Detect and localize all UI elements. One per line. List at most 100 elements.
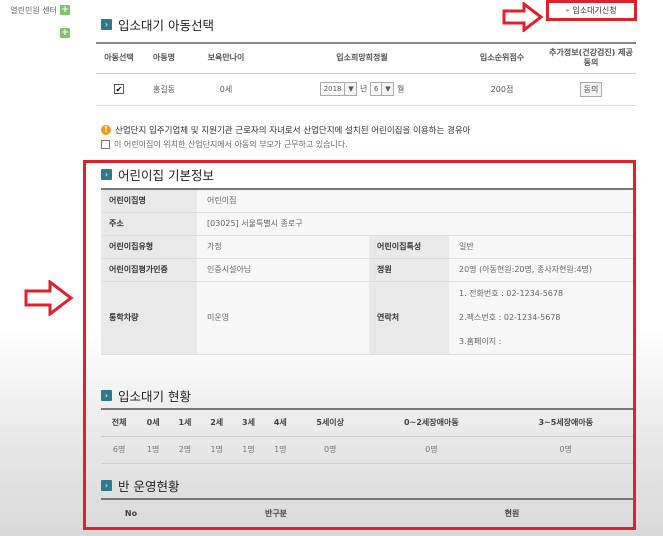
child-age: 0세 (186, 73, 266, 106)
year-value[interactable]: 2018 (324, 85, 342, 93)
value-feature: 일반 (449, 235, 633, 259)
desired-entry-date: 2018 ▼ 년 6 ▼ 월 (266, 73, 458, 106)
column-header: 입소희망희정월 (266, 42, 458, 74)
table-cell: 1명 (137, 435, 170, 464)
month-select[interactable]: 6 ▼ (369, 82, 395, 96)
column-header: 현원 (391, 498, 633, 527)
column-header: 0~2세장애아동 (364, 408, 499, 436)
value-contact: 1. 전화번호 : 02-1234-5678 2.팩스번호 : 02-1234-… (449, 281, 633, 355)
label-capacity: 정원 (369, 258, 449, 282)
table-cell: 1명 (200, 435, 233, 464)
priority-score: 200점 (458, 73, 546, 106)
label-name: 어린이집명 (101, 189, 197, 213)
contact-fax: 2.팩스번호 : 02-1234-5678 (459, 312, 561, 322)
value-capacity: 20명 (아동현원:20명, 종사자현원:4명) (449, 258, 633, 282)
apply-waitlist-label[interactable]: 입소대기신청 (572, 5, 616, 16)
label-contact: 연락처 (369, 281, 449, 355)
chevron-right-icon: › (101, 19, 112, 30)
chevron-down-icon[interactable]: ▼ (381, 83, 394, 95)
section-title-label: 입소대기 아동선택 (118, 18, 214, 33)
chevron-down-icon[interactable]: ▼ (344, 83, 357, 95)
year-select[interactable]: 2018 ▼ (319, 82, 358, 96)
value-name: 어린이집 (197, 189, 633, 213)
column-header: 아동명 (142, 42, 186, 74)
daycare-info-table: 어린이집명 어린이집 주소 [03025] 서울특별시 종로구 어린이집유형 가… (101, 188, 633, 355)
column-header: 0세 (137, 408, 170, 436)
label-eval: 어린이집평가인증 (101, 258, 197, 282)
industrial-complex-check-label[interactable]: 이 어린이집이 위치한 산업단지에서 아동의 부모가 근무하고 있습니다. (114, 139, 348, 150)
column-header: 3~5세장애아동 (498, 408, 633, 436)
table-row: 통학차량 미운영 연락처 1. 전화번호 : 02-1234-5678 2.팩스… (101, 281, 633, 355)
section-title-waitlist-select: › 입소대기 아동선택 (101, 15, 214, 34)
month-unit: 월 (396, 84, 405, 94)
table-cell: 0명 (364, 435, 499, 464)
notice-text: 산업단지 입주기업체 및 지원기관 근로자의 자녀로서 산업단지에 설치된 어린… (115, 126, 471, 136)
table-cell: 6명 (101, 435, 138, 464)
red-arrow-icon (502, 2, 544, 32)
left-nav: 열린민원 센터 + + (0, 0, 70, 43)
chevron-right-icon: › (101, 390, 112, 401)
left-nav-item[interactable]: + (0, 23, 70, 43)
month-value[interactable]: 6 (374, 85, 378, 93)
table-row: 주소 [03025] 서울특별시 종로구 (101, 212, 633, 236)
table-cell: 1명 (232, 435, 265, 464)
column-header: 반구분 (161, 498, 391, 527)
table-cell: 0명 (296, 435, 365, 464)
table-header-row: 전체 0세 1세 2세 3세 4세 5세이상 0~2세장애아동 3~5세장애아동 (101, 408, 633, 436)
column-header: 입소순위점수 (458, 42, 546, 74)
column-header: 추가정보(건강검진) 제공동의 (546, 42, 636, 74)
label-feature: 어린이집특성 (369, 235, 449, 259)
label-vehicle: 통학차량 (101, 281, 197, 355)
value-eval: 인증시설아님 (197, 258, 369, 282)
table-cell: 0명 (498, 435, 633, 464)
industrial-complex-checkbox[interactable] (101, 140, 110, 149)
red-arrow-icon (24, 280, 74, 316)
value-address: [03025] 서울특별시 종로구 (197, 212, 633, 236)
left-nav-item-label[interactable]: 열린민원 센터 (10, 5, 57, 16)
value-vehicle: 미운영 (197, 281, 369, 355)
year-unit: 년 (360, 84, 368, 94)
section-title-label: 반 운영현황 (118, 479, 180, 494)
column-header: 3세 (232, 408, 265, 436)
chevron-right-icon: › (101, 169, 112, 180)
child-name: 홍길동 (142, 73, 186, 106)
chevron-right-icon: › (101, 480, 112, 491)
industrial-complex-check[interactable]: 이 어린이집이 위치한 산업단지에서 아동의 부모가 근무하고 있습니다. (101, 139, 348, 150)
child-select-table: 아동선택 아동명 보육만나이 입소희망희정월 입소순위점수 추가정보(건강검진)… (96, 42, 636, 106)
class-status-table: No 반구분 현원 (101, 498, 633, 527)
apply-waitlist-button[interactable]: ▸ 입소대기신청 (546, 0, 637, 21)
table-row: 6명 1명 2명 1명 1명 1명 0명 0명 0명 (101, 435, 633, 464)
plus-icon[interactable]: + (60, 5, 70, 15)
column-header: 아동선택 (96, 42, 142, 74)
table-cell: 2명 (169, 435, 201, 464)
value-type: 가정 (197, 235, 369, 259)
label-address: 주소 (101, 212, 197, 236)
agree-button[interactable]: 동의 (579, 81, 603, 97)
section-title-basic-info: › 어린이집 기본정보 (101, 165, 214, 184)
label-type: 어린이집유형 (101, 235, 197, 259)
table-row: 어린이집명 어린이집 (101, 189, 633, 213)
table-row: ✔ 홍길동 0세 2018 ▼ 년 6 ▼ 월 200점 동의 (96, 73, 636, 106)
table-row: 어린이집평가인증 인증시설아님 정원 20명 (아동현원:20명, 종사자현원:… (101, 258, 633, 282)
triangle-right-icon: ▸ (566, 7, 570, 14)
column-header: 전체 (101, 408, 138, 436)
contact-homepage: 3.홈페이지 : (459, 336, 502, 346)
plus-icon[interactable]: + (60, 28, 70, 38)
column-header: 5세이상 (296, 408, 365, 436)
column-header: 4세 (264, 408, 297, 436)
column-header: No (101, 498, 161, 527)
warning-icon: ! (101, 125, 111, 135)
section-title-class-status: › 반 운영현황 (101, 476, 179, 495)
table-row: 어린이집유형 가정 어린이집특성 일반 (101, 235, 633, 259)
column-header: 보육만나이 (186, 42, 266, 74)
contact-phone: 1. 전화번호 : 02-1234-5678 (459, 288, 564, 298)
section-title-label: 어린이집 기본정보 (118, 168, 214, 183)
child-select-checkbox[interactable]: ✔ (114, 84, 124, 94)
table-cell: 1명 (264, 435, 297, 464)
column-header: 2세 (200, 408, 233, 436)
table-header-row: No 반구분 현원 (101, 498, 633, 527)
industrial-complex-notice: ! 산업단지 입주기업체 및 지원기관 근로자의 자녀로서 산업단지에 설치된 … (101, 124, 470, 136)
column-header: 1세 (169, 408, 201, 436)
section-title-waitlist-status: › 입소대기 현황 (101, 386, 191, 405)
left-nav-item[interactable]: 열린민원 센터 + (0, 0, 70, 20)
